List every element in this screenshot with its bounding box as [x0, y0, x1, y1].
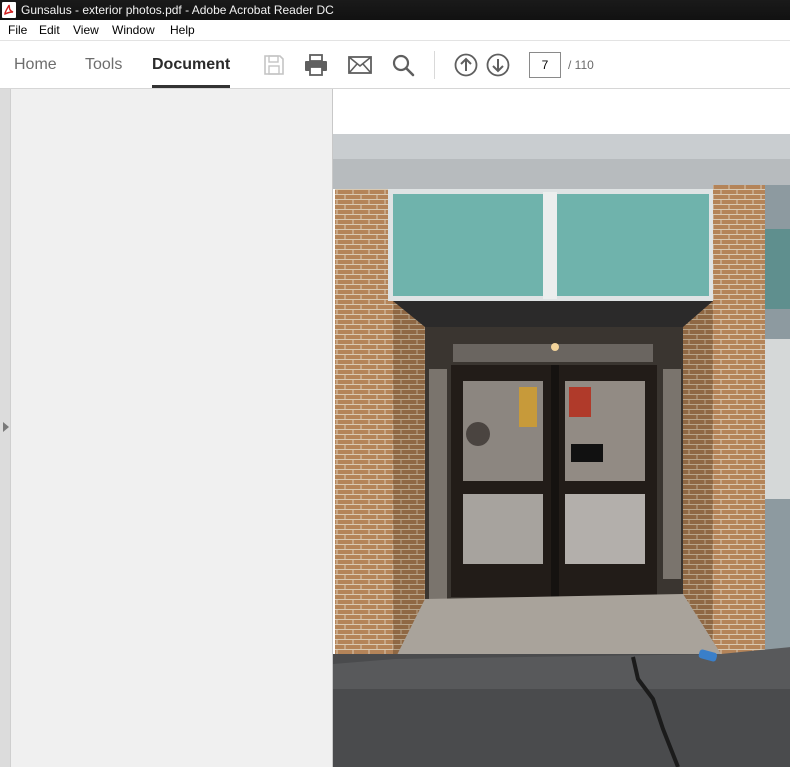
window-title: Gunsalus - exterior photos.pdf - Adobe A…: [21, 3, 334, 17]
left-panel-rail[interactable]: [0, 89, 11, 767]
main-toolbar: Home Tools Document 7 / 110: [0, 41, 790, 89]
menu-file[interactable]: File: [7, 20, 28, 41]
previous-page-icon: [454, 53, 478, 77]
next-page-button[interactable]: [485, 52, 511, 78]
toolbar-separator: [434, 51, 435, 79]
expand-panel-icon[interactable]: [3, 422, 9, 432]
email-icon: [348, 56, 372, 74]
search-icon: [392, 54, 415, 77]
page-photo: [333, 89, 790, 767]
document-view[interactable]: [332, 89, 790, 767]
title-bar: Gunsalus - exterior photos.pdf - Adobe A…: [0, 0, 790, 20]
tab-home[interactable]: Home: [14, 41, 57, 88]
menu-help[interactable]: Help: [169, 20, 196, 41]
next-page-icon: [486, 53, 510, 77]
save-button[interactable]: [261, 52, 287, 78]
search-button[interactable]: [390, 52, 416, 78]
menu-bar: File Edit View Window Help: [0, 20, 790, 41]
print-button[interactable]: [303, 52, 329, 78]
pdf-file-icon: [2, 2, 16, 18]
page-total: / 110: [568, 58, 594, 72]
menu-window[interactable]: Window: [111, 20, 156, 41]
tab-document[interactable]: Document: [152, 41, 231, 88]
save-icon: [264, 55, 284, 75]
previous-page-button[interactable]: [453, 52, 479, 78]
menu-view[interactable]: View: [72, 20, 100, 41]
menu-edit[interactable]: Edit: [38, 20, 61, 41]
print-icon: [305, 54, 327, 76]
tab-tools[interactable]: Tools: [85, 41, 122, 88]
email-button[interactable]: [347, 52, 373, 78]
navigation-pane: [11, 89, 332, 767]
page-number-input[interactable]: [529, 52, 561, 78]
